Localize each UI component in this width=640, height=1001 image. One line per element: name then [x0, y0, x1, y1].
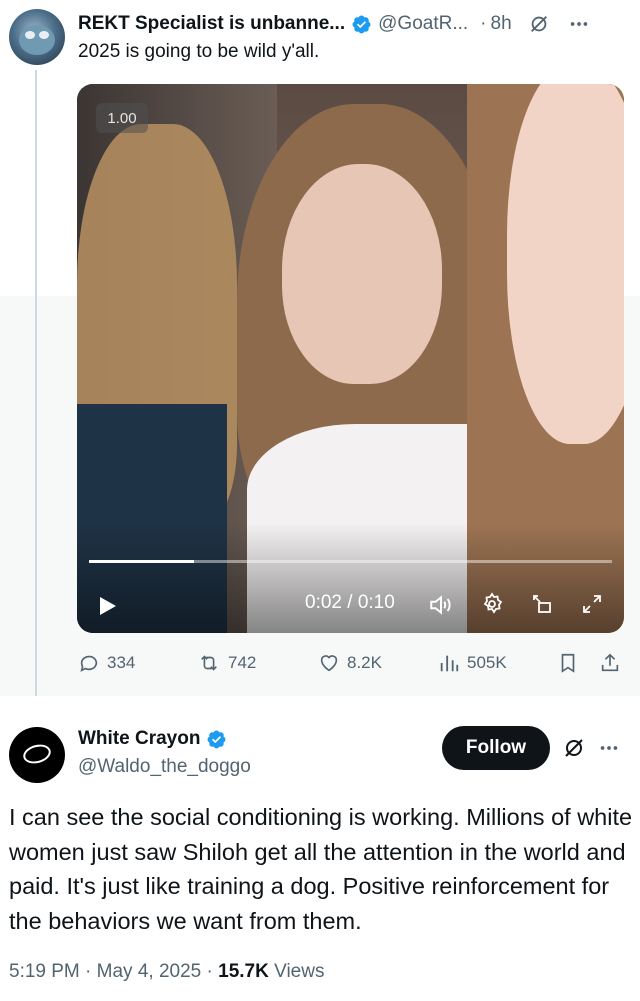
fullscreen-icon[interactable]	[580, 592, 604, 616]
video-controls: 0:02 / 0:10	[77, 584, 624, 624]
display-name-row: White Crayon	[78, 728, 233, 750]
grok-icon[interactable]	[562, 736, 586, 760]
playback-rate-badge[interactable]: 1.00	[96, 103, 148, 133]
video-time: 0:02 / 0:10	[305, 592, 395, 613]
separator-dot: ·	[480, 13, 487, 34]
repost-button[interactable]: 742	[197, 652, 256, 674]
view-count: 15.7K	[218, 961, 269, 982]
verified-badge-icon	[206, 729, 227, 750]
handle[interactable]: @GoatR...	[378, 13, 468, 35]
like-icon	[320, 655, 338, 672]
tweet-text: I can see the social conditioning is wor…	[9, 804, 633, 934]
views-icon	[440, 655, 459, 672]
post-date[interactable]: May 4, 2025	[97, 961, 202, 982]
tweet-meta: 5:19 PM · May 4, 2025 · 15.7K Views	[9, 961, 325, 982]
tweet-header: REKT Specialist is unbanne... @GoatR... …	[78, 11, 638, 37]
repost-count: 742	[228, 653, 257, 672]
views-label: Views	[274, 961, 325, 982]
display-name[interactable]: White Crayon	[78, 728, 200, 750]
video-player[interactable]: 1.00 0:02 / 0:10	[77, 84, 624, 633]
timestamp[interactable]: 8h	[491, 13, 512, 35]
grok-icon[interactable]	[528, 13, 550, 35]
tweet-actions: 334 742 8.2K 505K	[78, 652, 628, 678]
reply-count: 334	[107, 653, 136, 672]
like-button[interactable]: 8.2K	[318, 652, 382, 674]
bookmark-button[interactable]	[557, 652, 579, 674]
more-icon[interactable]	[598, 737, 620, 759]
tweet-text: 2025 is going to be wild y'all.	[78, 41, 320, 62]
volume-icon[interactable]	[428, 592, 454, 618]
share-icon	[601, 653, 619, 672]
play-icon[interactable]	[95, 594, 119, 618]
views-button[interactable]: 505K	[438, 652, 507, 674]
avatar[interactable]	[9, 727, 65, 783]
follow-button[interactable]: Follow	[442, 726, 550, 770]
share-button[interactable]	[599, 652, 621, 674]
like-count: 8.2K	[347, 653, 382, 672]
handle[interactable]: @Waldo_the_doggo	[78, 756, 251, 778]
bookmark-icon	[561, 653, 575, 673]
settings-icon[interactable]	[480, 592, 504, 616]
repost-icon	[201, 655, 217, 671]
avatar[interactable]	[9, 9, 65, 65]
thread-connector-line	[35, 70, 37, 696]
video-progress-bar[interactable]	[89, 560, 612, 563]
reply-icon	[80, 655, 98, 672]
pip-icon[interactable]	[530, 592, 554, 616]
video-progress-fill	[89, 560, 194, 563]
more-icon[interactable]	[568, 13, 590, 35]
verified-badge-icon	[351, 14, 372, 35]
post-time[interactable]: 5:19 PM	[9, 961, 80, 982]
display-name[interactable]: REKT Specialist is unbanne...	[78, 13, 345, 35]
views-count: 505K	[467, 653, 507, 672]
reply-button[interactable]: 334	[78, 652, 135, 674]
